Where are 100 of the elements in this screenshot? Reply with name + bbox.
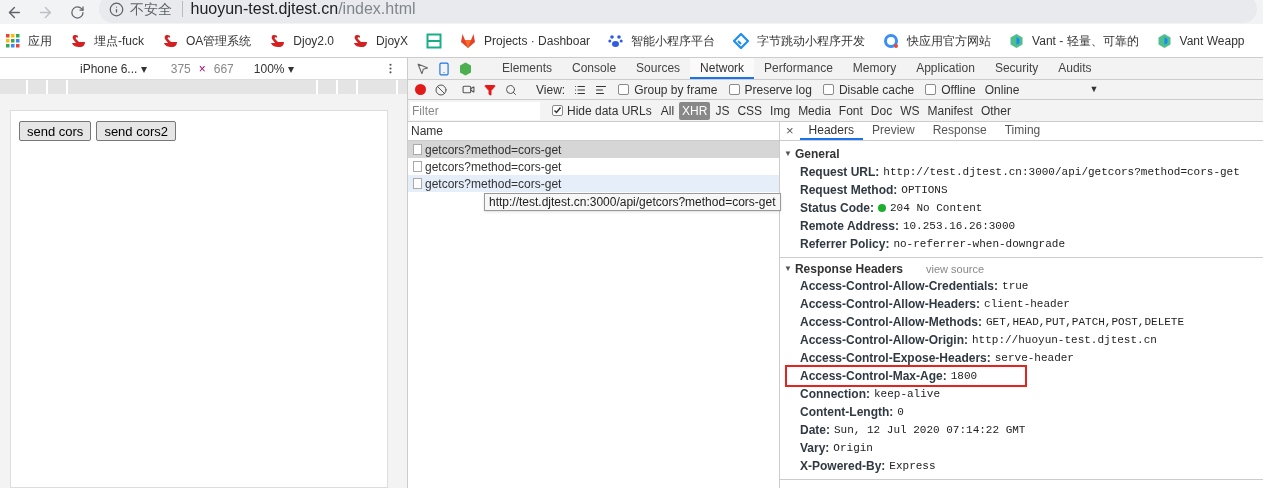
- split-square-icon: [426, 32, 443, 49]
- info-icon: [108, 1, 124, 17]
- device-select[interactable]: iPhone 6... ▾: [80, 59, 147, 78]
- bookmark[interactable]: 快应用官方网站: [883, 31, 992, 50]
- close-icon[interactable]: ×: [780, 121, 800, 141]
- option-checkbox[interactable]: [618, 84, 630, 95]
- option-checkbox[interactable]: [728, 84, 740, 95]
- header-value: http://test.djtest.cn:3000/api/getcors?method=cors-get: [883, 164, 1240, 180]
- header-name: Connection:: [800, 386, 870, 403]
- camera-icon[interactable]: [462, 83, 475, 96]
- header-value: OPTIONS: [901, 182, 948, 198]
- devtools-tab[interactable]: Memory: [842, 58, 907, 79]
- filter-icon[interactable]: [484, 83, 496, 96]
- swan-icon: [70, 33, 86, 48]
- type-filter[interactable]: WS: [897, 101, 923, 120]
- section-toggle[interactable]: ▼: [784, 148, 792, 160]
- header-name: Access-Control-Expose-Headers:: [800, 350, 991, 367]
- q-ring-icon: [883, 32, 900, 49]
- send-button[interactable]: send cors: [19, 121, 92, 141]
- bookmark[interactable]: 应用: [6, 31, 52, 50]
- send-button[interactable]: send cors2: [96, 121, 176, 141]
- column-header[interactable]: Name: [411, 122, 443, 140]
- fox-head-icon: [460, 33, 477, 48]
- url-tooltip: http://test.djtest.cn:3000/api/getcors?method=cors-get: [484, 193, 781, 211]
- devtools-tab[interactable]: Performance: [754, 58, 843, 79]
- type-filter[interactable]: Other: [977, 101, 1014, 120]
- section-toggle[interactable]: ▼: [784, 263, 792, 275]
- bookmark[interactable]: OA管理系统: [162, 31, 252, 50]
- url-path: /index.html: [338, 0, 416, 19]
- request-row[interactable]: getcors?method=cors-get: [408, 175, 779, 192]
- section-title[interactable]: General: [794, 145, 840, 163]
- clear-icon[interactable]: [435, 83, 447, 96]
- address-bar[interactable]: 不安全 huoyun-test.djtest.cn/index.html: [98, 0, 1257, 23]
- detail-tab[interactable]: Timing: [995, 122, 1050, 140]
- bookmark[interactable]: Vant Weapp: [1156, 31, 1245, 50]
- header-value: no-referrer-when-downgrade: [893, 236, 1065, 252]
- zoom-select[interactable]: 100% ▾: [253, 59, 294, 78]
- type-filter[interactable]: Doc: [867, 101, 896, 120]
- type-filter[interactable]: CSS: [734, 101, 766, 120]
- header-name: Request Method:: [800, 182, 898, 199]
- devtools-tab[interactable]: Security: [984, 58, 1049, 79]
- header-name: Vary:: [800, 440, 830, 457]
- type-filter[interactable]: Media: [795, 101, 834, 120]
- bookmark[interactable]: [426, 32, 443, 49]
- file-icon: [413, 161, 422, 172]
- option-label: Offline: [941, 81, 976, 99]
- view-source-link[interactable]: view source: [925, 260, 985, 278]
- detail-tab[interactable]: Headers: [799, 122, 863, 140]
- inspect-icon[interactable]: [416, 62, 429, 75]
- header-name: Request URL:: [800, 164, 880, 181]
- bookmark[interactable]: Projects · Dashboar: [460, 31, 591, 50]
- type-filter[interactable]: JS: [712, 101, 733, 120]
- type-filter[interactable]: Font: [835, 101, 866, 120]
- header-value: 1800: [950, 368, 978, 384]
- file-icon: [413, 178, 422, 189]
- width-value[interactable]: 375: [170, 59, 191, 78]
- devtools-tab[interactable]: Elements: [492, 58, 563, 79]
- devtools-tab[interactable]: Network: [690, 58, 755, 79]
- height-value[interactable]: 667: [213, 59, 234, 78]
- hide-data-checkbox[interactable]: [552, 105, 563, 116]
- waterfall-icon[interactable]: [595, 83, 608, 96]
- search-icon[interactable]: [505, 83, 517, 96]
- devtools-tab[interactable]: Application: [906, 58, 985, 79]
- device-toggle-icon[interactable]: [437, 61, 451, 76]
- diamond-link-icon: [733, 32, 750, 49]
- header-value: Express: [889, 458, 936, 474]
- option-label: Disable cache: [838, 81, 915, 99]
- list-view-icon[interactable]: [574, 83, 587, 96]
- throttle-select[interactable]: Online ▼: [984, 80, 1099, 99]
- detail-tab[interactable]: Response: [923, 122, 996, 140]
- devtools-tab[interactable]: Sources: [626, 58, 691, 79]
- filter-field[interactable]: Filter: [410, 101, 540, 120]
- url-host: huoyun-test.djtest.cn: [190, 0, 339, 19]
- bookmark[interactable]: Djoy2.0: [269, 31, 335, 50]
- type-filter[interactable]: Img: [767, 101, 794, 120]
- header-name: Referrer Policy:: [800, 236, 890, 253]
- reload-icon[interactable]: [69, 4, 85, 20]
- header-value: 10.253.16.26:3000: [902, 218, 1016, 234]
- bookmark[interactable]: Vant - 轻量、可靠的: [1009, 31, 1139, 50]
- bookmark[interactable]: 智能小程序平台: [608, 31, 716, 50]
- option-checkbox[interactable]: [822, 84, 834, 95]
- header-value: serve-header: [994, 350, 1074, 366]
- devtools-tab[interactable]: Console: [562, 58, 627, 79]
- hexagon-logo-icon: [1156, 32, 1172, 49]
- bookmark[interactable]: 埋点-fuck: [70, 31, 144, 50]
- bookmark[interactable]: 字节跳动小程序开发: [733, 31, 866, 50]
- record-button[interactable]: [415, 84, 426, 95]
- detail-tab[interactable]: Preview: [862, 122, 924, 140]
- option-checkbox[interactable]: [925, 84, 937, 95]
- hexagon-extension-icon[interactable]: [459, 61, 472, 76]
- request-row[interactable]: getcors?method=cors-get: [408, 141, 779, 158]
- request-name: getcors?method=cors-get: [425, 158, 562, 176]
- section-title[interactable]: Response Headers: [794, 260, 903, 278]
- type-filter[interactable]: Manifest: [924, 101, 976, 120]
- type-filter[interactable]: XHR: [679, 101, 711, 120]
- devtools-tab[interactable]: Audits: [1048, 58, 1102, 79]
- bookmark[interactable]: DjoyX: [352, 31, 409, 50]
- header-value: 0: [897, 404, 904, 420]
- type-filter[interactable]: All: [657, 101, 678, 120]
- file-icon: [413, 144, 422, 155]
